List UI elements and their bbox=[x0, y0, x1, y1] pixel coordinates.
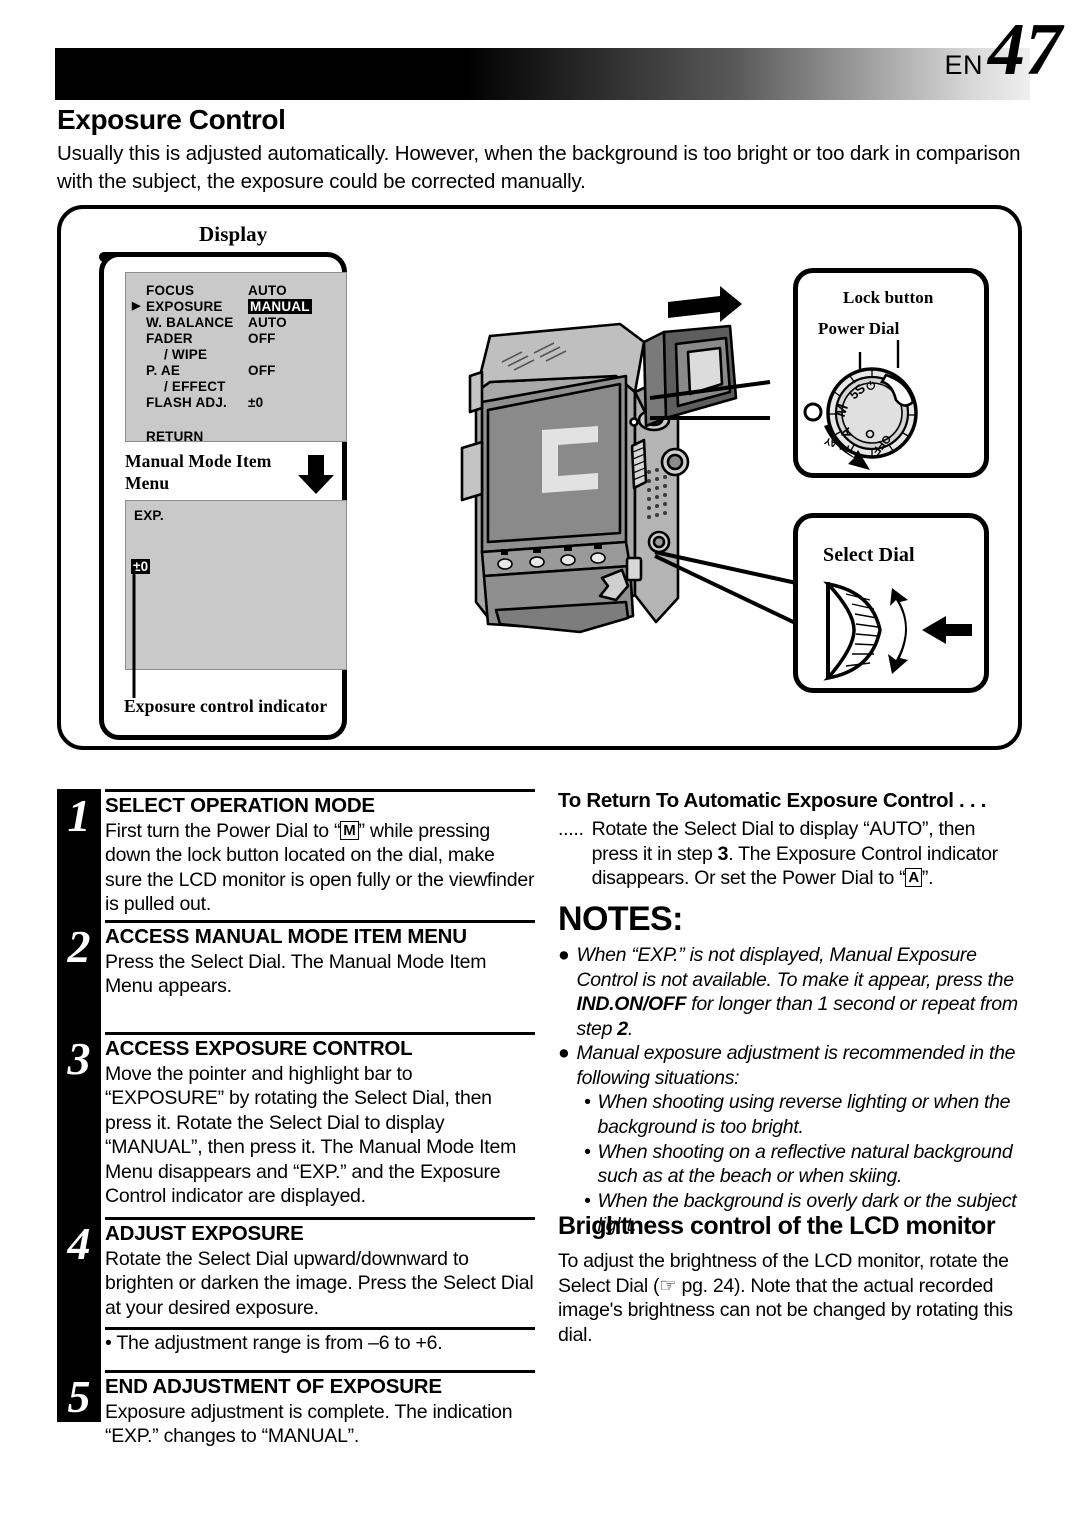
return-auto-heading: To Return To Automatic Exposure Control … bbox=[558, 789, 987, 812]
menu-item-label[interactable]: FLASH ADJ. bbox=[146, 395, 227, 410]
menu-item-label[interactable]: P. AE bbox=[146, 363, 180, 378]
note-item-2: ● Manual exposure adjustment is recommen… bbox=[558, 1042, 1016, 1089]
brightness-heading: Brightness control of the LCD monitor bbox=[558, 1212, 996, 1240]
page-header-bar bbox=[55, 48, 1030, 100]
menu-item-value[interactable]: AUTO bbox=[248, 283, 287, 298]
menu-title: Manual Mode Item Menu bbox=[125, 451, 272, 493]
bullet-icon: ● bbox=[558, 944, 570, 966]
menu-pointer-icon: ▶ bbox=[132, 300, 141, 312]
manual-mode-menu-screen: FOCUS AUTO ▶ EXPOSURE MANUAL W. BALANCE AUTO FA… bbox=[125, 272, 347, 444]
step-5: END ADJUSTMENT OF EXPOSURE Exposure adju… bbox=[105, 1370, 535, 1449]
note-item-1: ● When “EXP.” is not displayed, Manual E… bbox=[558, 944, 1018, 1040]
step-4-heading: ADJUST EXPOSURE bbox=[105, 1222, 304, 1245]
display-label: Display bbox=[199, 222, 268, 246]
select-dial-diagram bbox=[823, 581, 972, 681]
step-number-3: 3 bbox=[67, 1033, 91, 1084]
page-title: Exposure Control bbox=[57, 104, 286, 135]
brightness-body: To adjust the brightness of the LCD moni… bbox=[558, 1250, 1013, 1346]
step-1-heading: SELECT OPERATION MODE bbox=[105, 794, 375, 817]
step-2-heading: ACCESS MANUAL MODE ITEM MENU bbox=[105, 925, 467, 948]
notes-section: NOTES: ● When “EXP.” is not displayed, M… bbox=[558, 900, 1024, 1238]
brightness-section: Brightness control of the LCD monitor To… bbox=[558, 1212, 1024, 1347]
menu-item-value[interactable]: ±0 bbox=[248, 395, 263, 410]
down-arrow-icon bbox=[298, 455, 334, 494]
step-4-body: Rotate the Select Dial upward/downward t… bbox=[105, 1247, 534, 1319]
menu-item-return[interactable]: RETURN bbox=[146, 429, 203, 444]
step-number-bar bbox=[57, 789, 101, 1422]
menu-item-label[interactable]: EXPOSURE bbox=[146, 299, 223, 314]
note-sub-item-1: • When shooting using reverse lighting o… bbox=[584, 1091, 1011, 1138]
step-1: SELECT OPERATION MODE First turn the Pow… bbox=[105, 789, 535, 917]
step-number-5: 5 bbox=[67, 1371, 91, 1422]
step-5-heading: END ADJUSTMENT OF EXPOSURE bbox=[105, 1375, 442, 1398]
return-auto-lead: ..... bbox=[558, 818, 584, 840]
step-2: ACCESS MANUAL MODE ITEM MENU Press the S… bbox=[105, 920, 535, 999]
step-number-2: 2 bbox=[67, 921, 91, 972]
bullet-icon: • bbox=[584, 1091, 591, 1114]
step-2-body: Press the Select Dial. The Manual Mode I… bbox=[105, 950, 487, 998]
mode-a-icon: A bbox=[905, 868, 922, 888]
menu-item-label[interactable]: FADER bbox=[146, 331, 193, 346]
menu-item-label[interactable]: FOCUS bbox=[146, 283, 194, 298]
menu-item-label[interactable]: / WIPE bbox=[164, 347, 207, 362]
bullet-icon: • bbox=[584, 1140, 591, 1163]
return-auto-section: To Return To Automatic Exposure Control … bbox=[558, 789, 1024, 891]
notes-heading: NOTES: bbox=[558, 900, 683, 938]
lock-button-label: Lock button bbox=[843, 288, 934, 307]
indicator-leader-line bbox=[132, 568, 136, 698]
manual-page: EN 47 Exposure Control Usually this is a… bbox=[0, 0, 1080, 1533]
section-intro: Usually this is adjusted automatically. … bbox=[57, 142, 1021, 194]
language-code: EN bbox=[944, 50, 983, 80]
return-auto-body: ..... Rotate the Select Dial to display … bbox=[558, 817, 1024, 891]
pointing-hand-icon: ☞ bbox=[659, 1274, 677, 1297]
menu-item-value[interactable]: OFF bbox=[248, 331, 276, 346]
menu-item-value[interactable]: OFF bbox=[248, 363, 276, 378]
step-number-4: 4 bbox=[67, 1218, 91, 1269]
note-sub-item-2: • When shooting on a reflective natural … bbox=[584, 1140, 1013, 1188]
exposure-screen: EXP. ±0 bbox=[125, 500, 347, 670]
step-3-heading: ACCESS EXPOSURE CONTROL bbox=[105, 1037, 413, 1060]
select-dial-label: Select Dial bbox=[823, 544, 915, 566]
power-dial-diagram: ⏻ 5S M A PLAY OFF bbox=[803, 340, 918, 470]
bullet-icon: ● bbox=[558, 1042, 570, 1065]
menu-item-value[interactable]: AUTO bbox=[248, 315, 287, 330]
return-auto-text: Rotate the Select Dial to display “AUTO”… bbox=[591, 818, 999, 890]
step-4: ADJUST EXPOSURE Rotate the Select Dial u… bbox=[105, 1217, 535, 1320]
step-number-1: 1 bbox=[67, 790, 91, 841]
menu-item-label[interactable]: W. BALANCE bbox=[146, 315, 234, 330]
exposure-indicator-label: Exposure control indicator bbox=[124, 696, 328, 716]
step-1-body: First turn the Power Dial to “M” while p… bbox=[105, 819, 535, 916]
exp-label: EXP. bbox=[134, 508, 164, 523]
menu-item-label[interactable]: / EFFECT bbox=[164, 379, 226, 394]
step-4-note: • The adjustment range is from –6 to +6. bbox=[105, 1327, 535, 1356]
step-5-body: Exposure adjustment is complete. The ind… bbox=[105, 1400, 513, 1448]
pull-arrow-icon bbox=[668, 286, 742, 322]
step-4-note-text: • The adjustment range is from –6 to +6. bbox=[105, 1332, 443, 1354]
page-header-label: EN 47 bbox=[944, 9, 1062, 91]
step-3: ACCESS EXPOSURE CONTROL Move the pointer… bbox=[105, 1032, 535, 1209]
mode-m-icon: M bbox=[340, 820, 359, 840]
menu-item-value[interactable]: MANUAL bbox=[248, 299, 312, 314]
step-3-body: Move the pointer and highlight bar to “E… bbox=[105, 1062, 517, 1208]
page-number: 47 bbox=[988, 9, 1062, 91]
